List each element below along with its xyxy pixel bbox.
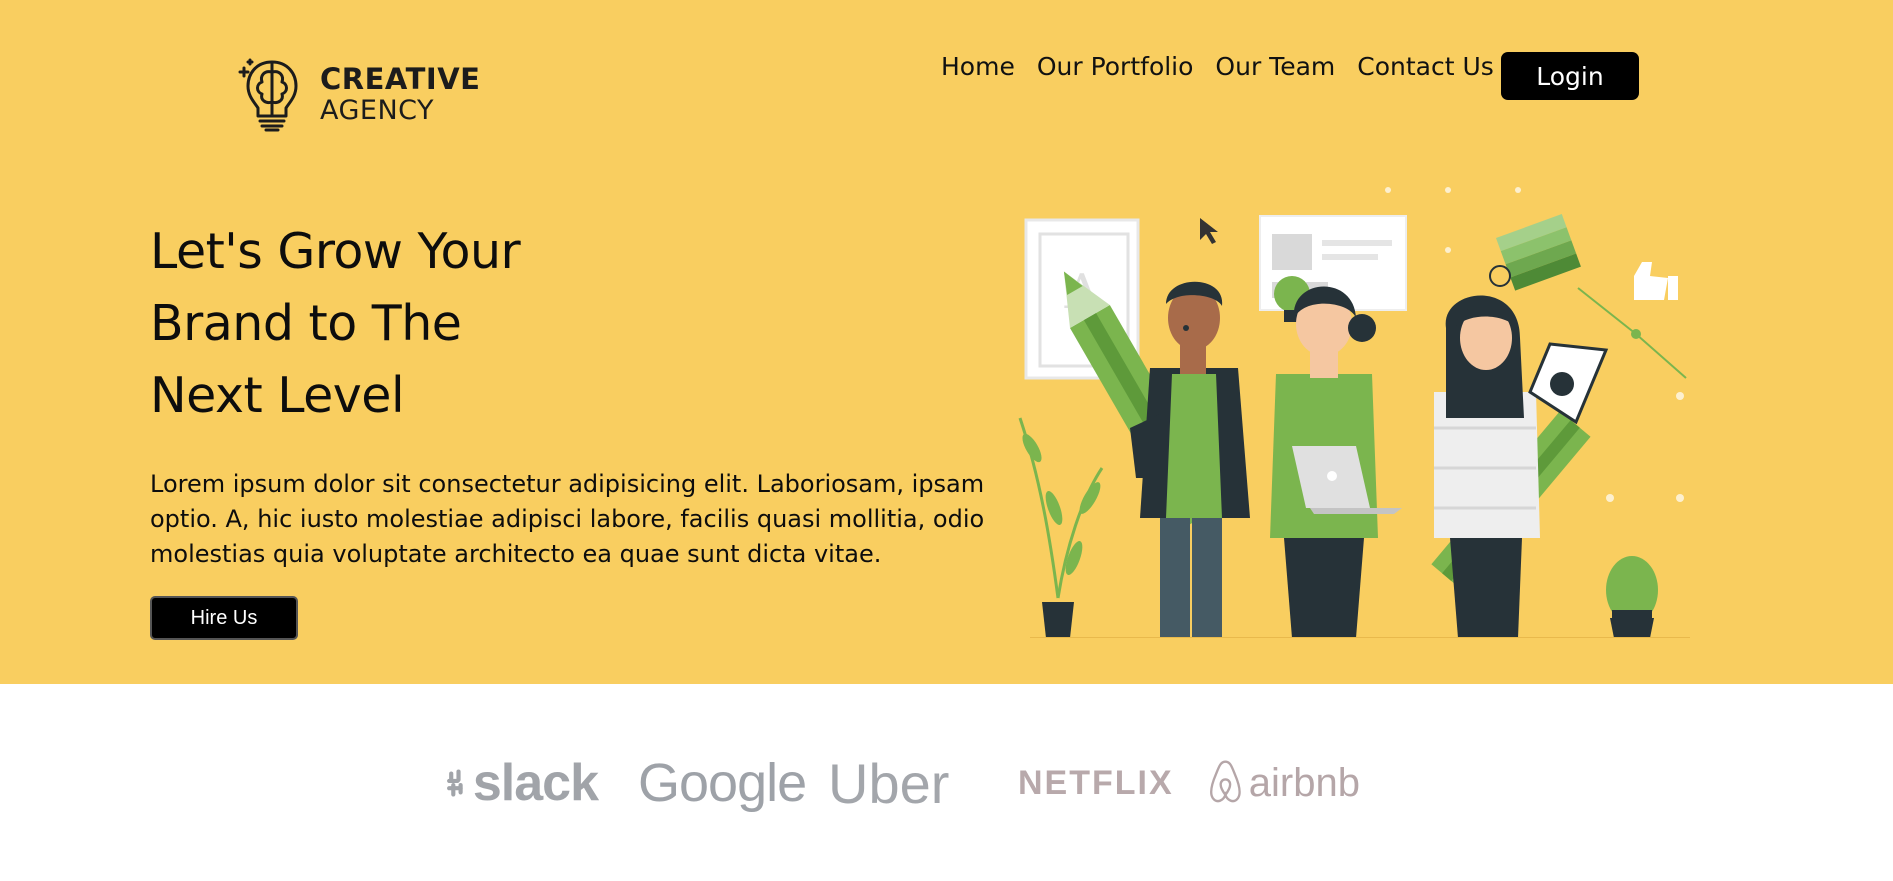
airbnb-icon [1209, 760, 1241, 803]
brand-airbnb: airbnb [1208, 748, 1360, 818]
login-button[interactable]: Login [1501, 52, 1639, 100]
brand-uber: Uber [828, 751, 950, 815]
hero-description: Lorem ipsum dolor sit consectetur adipis… [150, 470, 985, 568]
client-logos: slack Google Uber NETFLIX airbnb [446, 748, 1400, 818]
nav-our-portfolio[interactable]: Our Portfolio [1037, 52, 1194, 81]
brand-airbnb-word: airbnb [1248, 760, 1360, 805]
nav-our-team[interactable]: Our Team [1215, 52, 1335, 81]
logo-subtitle: AGENCY [320, 95, 435, 126]
brand-slack: slack [446, 748, 599, 818]
brand-logo[interactable]: CREATIVE AGENCY [238, 56, 480, 134]
hero-headline: Let's Grow Your Brand to The Next Level [150, 216, 710, 432]
headline-line-2: Brand to The [150, 295, 462, 352]
nav-contact-us[interactable]: Contact Us [1357, 52, 1494, 81]
slack-icon [447, 769, 463, 797]
headline-line-1: Let's Grow Your [150, 223, 521, 280]
main-nav: Home Our Portfolio Our Team Contact Us [941, 52, 1516, 81]
brand-slack-word: slack [472, 754, 599, 812]
brand-google: Google [638, 753, 807, 813]
brand-netflix: NETFLIX [1018, 763, 1174, 802]
headline-line-3: Next Level [150, 367, 405, 424]
hero-section: CREATIVE AGENCY Home Our Portfolio Our T… [0, 0, 1893, 684]
logo-title: CREATIVE [320, 62, 481, 96]
lightbulb-brain-icon [238, 58, 298, 132]
team-designers-illustration: A [1018, 187, 1690, 638]
hire-us-button[interactable]: Hire Us [150, 596, 298, 640]
nav-home[interactable]: Home [941, 52, 1015, 81]
